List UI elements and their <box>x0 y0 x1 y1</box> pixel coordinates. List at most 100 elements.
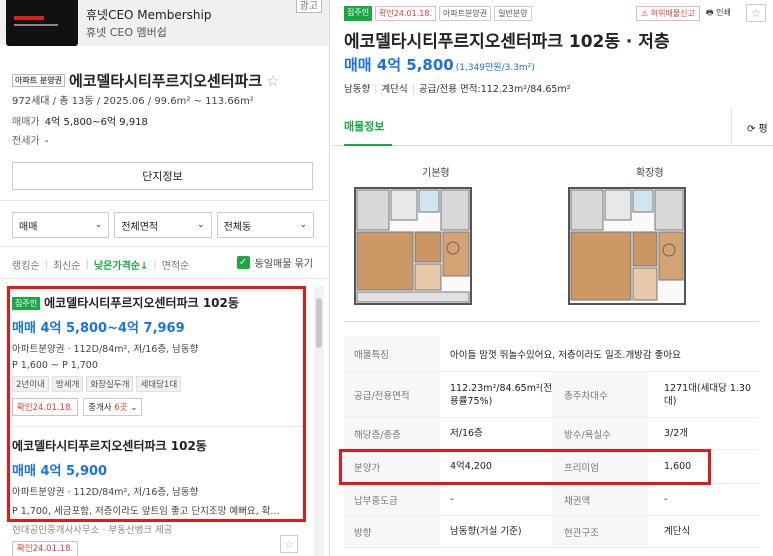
pyeong-toggle-button[interactable]: ⟳ 평 <box>747 120 768 135</box>
row-value: - <box>664 494 668 505</box>
promo-ad-badge[interactable]: 광고 <box>295 0 322 13</box>
plan-extended-label: 확장형 <box>636 168 664 179</box>
fact-area: 공급/전용 면적:112.23m²/84.65m² <box>418 84 571 95</box>
sort-area[interactable]: 면적순 <box>162 257 190 272</box>
jeonse-value: - <box>44 136 49 147</box>
sort-separator: | <box>153 259 157 270</box>
detail-title: 에코델타시티푸르지오센터파크 102동 · 저층 <box>344 32 670 52</box>
table-row: 방향 남동향(거실 기준) 현관구조 계단식 <box>344 516 759 548</box>
complex-sale-price: 매매가 4억 5,800~6억 9,918 <box>12 113 148 128</box>
tab-divider <box>731 106 732 146</box>
row-key: 방수/욕실수 <box>552 418 648 449</box>
table-row: 매물특징 아이들 맘껏 뛰놀수있어요, 저층이라도 일조.개방감 좋아요 <box>344 336 759 372</box>
chevron-down-icon: ⌄ <box>94 220 103 230</box>
building-select[interactable]: 전체동 ⌄ <box>216 212 314 238</box>
sale-type-tag: 일반분양 <box>494 6 532 21</box>
section-divider <box>0 278 329 279</box>
row-value: - <box>450 494 454 505</box>
fact-separator: | <box>374 84 378 95</box>
report-label: 허위매물신고 <box>650 9 695 18</box>
complex-title: 아파트 분양권 에코델타시티푸르지오센터파크 ☆ <box>12 70 280 91</box>
row-value: 저/16층 <box>450 428 483 439</box>
floor-plan-extended-image[interactable] <box>567 186 687 306</box>
row-key: 총주차대수 <box>552 372 648 417</box>
complex-name: 에코델타시티푸르지오센터파크 <box>68 72 263 90</box>
row-value: 아이들 맘껏 뛰놀수있어요, 저층이라도 일조.개방감 좋아요 <box>450 349 681 361</box>
group-same-listings-toggle[interactable]: ✓ 동일매물 묶기 <box>236 255 313 270</box>
sort-options: 랭킹순 | 최신순 | 낮은가격순↓ | 면적순 <box>12 257 189 272</box>
row-value: 3/2개 <box>664 428 689 439</box>
chevron-down-icon: ⌄ <box>299 220 307 230</box>
listing-footer: 확인24.01.18. <box>12 536 79 556</box>
complex-info-button[interactable]: 단지정보 <box>12 162 313 190</box>
report-false-listing-button[interactable]: ⚠ 허위매물신고 <box>636 6 700 21</box>
list-scrollbar-thumb[interactable] <box>316 298 322 348</box>
row-key: 방향 <box>344 516 440 547</box>
table-row: 납부중도금 - 채권액 - <box>344 484 759 516</box>
row-value: 1271대(세대당 1.30대) <box>664 382 752 407</box>
row-value: 112.23m²/84.65m²(전용률75%) <box>450 382 553 407</box>
detail-price-per-pyeong: (1,349만원/3.3m²) <box>455 63 535 73</box>
fact-structure: 계단식 <box>381 84 408 95</box>
sort-separator: | <box>85 259 89 270</box>
group-same-listings-label: 동일매물 묶기 <box>254 259 313 270</box>
fact-direction: 남동향 <box>344 84 371 95</box>
confirmed-date-badge: 확인24.01.18. <box>12 541 79 556</box>
promo-thumb-line <box>14 24 58 26</box>
checkbox-checked-icon[interactable]: ✓ <box>236 256 250 269</box>
favorite-star-icon[interactable]: ☆ <box>266 72 279 90</box>
sort-separator: | <box>44 259 48 270</box>
detail-tabs: 매물정보 ⟳ 평 <box>331 106 773 146</box>
left-panel: 휴넷CEO Membership 휴넷 CEO 멤버쉽 광고 아파트 분양권 에코… <box>0 0 330 556</box>
promo-thumb-accent <box>14 16 44 20</box>
promo-subtitle: 휴넷 CEO 멤버쉽 <box>86 26 167 39</box>
row-value: 계단식 <box>664 526 691 537</box>
complex-jeonse-price: 전세가 - <box>12 132 48 147</box>
jeonse-label: 전세가 <box>12 136 40 147</box>
section-divider <box>0 200 329 201</box>
sort-latest[interactable]: 최신순 <box>53 257 81 272</box>
floor-plans: 기본형 확장형 <box>344 146 759 322</box>
area-select[interactable]: 전체면적 ⌄ <box>114 212 212 238</box>
print-button[interactable]: 🖶 인쇄 <box>703 6 734 22</box>
sort-ranking[interactable]: 랭킹순 <box>12 257 40 272</box>
building-value: 전체동 <box>223 221 252 233</box>
promo-title: 휴넷CEO Membership <box>86 8 212 22</box>
fact-separator: | <box>411 84 415 95</box>
row-value: 남동향(거실 기준) <box>450 526 522 537</box>
app-root: 휴넷CEO Membership 휴넷 CEO 멤버쉽 광고 아파트 분양권 에코… <box>0 0 773 556</box>
favorite-star-icon[interactable]: ☆ <box>280 535 298 553</box>
highlight-box <box>7 286 306 522</box>
row-key: 납부중도금 <box>344 484 440 515</box>
chevron-down-icon: ⌄ <box>197 220 205 230</box>
promo-banner[interactable]: 휴넷CEO Membership 휴넷 CEO 멤버쉽 광고 <box>0 0 329 46</box>
listing-agency: 현대공인중개사사무소 · 부동산뱅크 제공 <box>12 525 173 536</box>
plan-basic-label: 기본형 <box>422 168 450 179</box>
sale-label: 매매가 <box>12 117 40 128</box>
table-row: 공급/전용면적 112.23m²/84.65m²(전용률75%) 총주차대수 1… <box>344 372 759 418</box>
row-key: 현관구조 <box>552 516 648 547</box>
filter-bar: 매매 ⌄ 전체면적 ⌄ 전체동 ⌄ <box>12 212 314 238</box>
highlight-box <box>339 449 711 485</box>
trade-type-value: 매매 <box>19 221 38 233</box>
promo-thumbnail <box>6 0 78 46</box>
detail-price: 매매 4억 5,800 (1,349만원/3.3m²) <box>344 54 535 75</box>
complex-info: 972세대 / 총 13동 / 2025.06 / 99.6m² ~ 113.6… <box>12 96 254 107</box>
detail-tags: 집주인 확인24.01.18. 아파트분양권 일반분양 <box>344 6 532 21</box>
tab-listing-info[interactable]: 매물정보 <box>344 118 384 134</box>
trade-type-select[interactable]: 매매 ⌄ <box>12 212 110 238</box>
row-key: 해당층/총층 <box>344 418 440 449</box>
row-key: 매물특징 <box>344 336 440 371</box>
table-row: 해당층/총층 저/16층 방수/욕실수 3/2개 <box>344 418 759 450</box>
row-key: 공급/전용면적 <box>344 372 440 417</box>
row-key: 채권액 <box>552 484 648 515</box>
property-type-tag: 아파트분양권 <box>438 6 492 21</box>
detail-price-main: 매매 4억 5,800 <box>344 56 454 74</box>
favorite-star-icon[interactable]: ☆ <box>746 4 766 22</box>
print-label: 인쇄 <box>716 8 731 17</box>
sort-low-price[interactable]: 낮은가격순↓ <box>94 257 148 272</box>
sale-value: 4억 5,800~6억 9,918 <box>44 117 148 128</box>
detail-facts: 남동향 | 계단식 | 공급/전용 면적:112.23m²/84.65m² <box>344 81 571 95</box>
floor-plan-basic-image[interactable] <box>353 186 473 306</box>
confirmed-date-badge: 확인24.01.18. <box>375 6 436 21</box>
